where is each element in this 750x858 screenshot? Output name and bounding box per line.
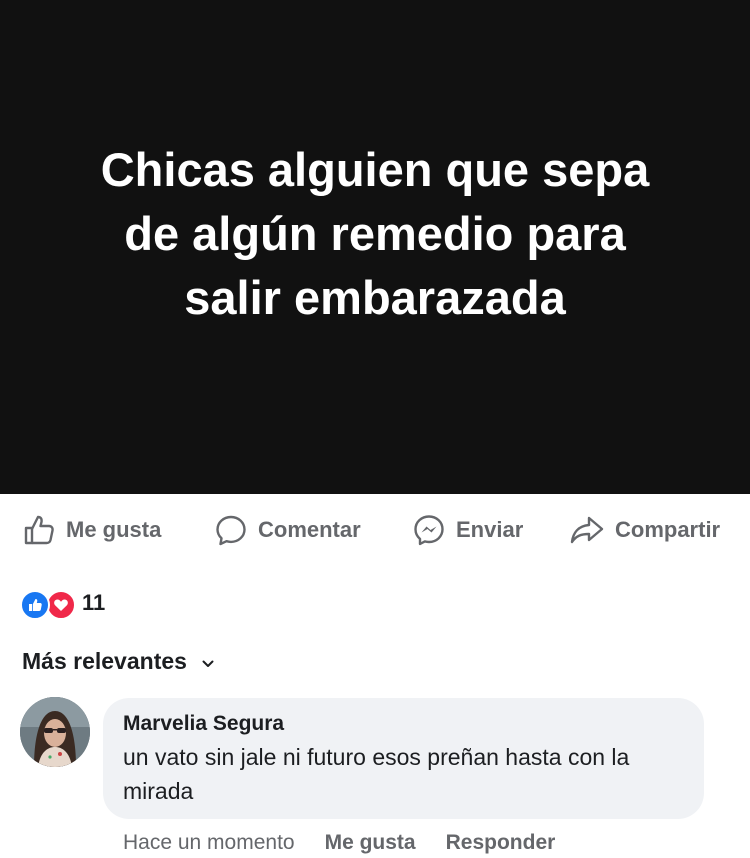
thumbs-up-icon: [22, 513, 56, 547]
comment-bubble: Marvelia Segura un vato sin jale ni futu…: [103, 698, 704, 819]
chevron-down-icon: [201, 648, 215, 675]
post-banner: Chicas alguien que sepa de algún remedio…: [0, 0, 750, 494]
share-arrow-icon: [569, 513, 605, 547]
comment-button[interactable]: Comentar: [214, 512, 361, 548]
comment-reply-button[interactable]: Responder: [446, 831, 556, 855]
share-button-label: Compartir: [615, 517, 721, 542]
comment-bubble-icon: [214, 513, 248, 547]
sort-label: Más relevantes: [22, 647, 187, 674]
comment-timestamp[interactable]: Hace un momento: [123, 831, 295, 855]
post-action-bar: Me gusta Comentar Enviar Compartir: [0, 494, 750, 568]
messenger-icon: [412, 513, 446, 547]
post-text: Chicas alguien que sepa de algún remedio…: [100, 143, 650, 324]
reactions-summary[interactable]: 11: [20, 589, 106, 620]
facebook-post-view: Chicas alguien que sepa de algún remedio…: [0, 0, 750, 858]
comment-text: un vato sin jale ni futuro esos preñan h…: [123, 744, 630, 804]
like-button[interactable]: Me gusta: [22, 512, 161, 548]
reaction-count: 11: [82, 590, 106, 615]
love-reaction-icon: [46, 590, 76, 620]
comment-meta: Hace un momento Me gusta Responder: [123, 830, 555, 856]
send-button-label: Enviar: [456, 517, 524, 542]
comments-sort-dropdown[interactable]: Más relevantes: [22, 646, 215, 676]
send-button[interactable]: Enviar: [412, 512, 523, 548]
reaction-icons: [20, 589, 78, 620]
like-button-label: Me gusta: [66, 517, 162, 542]
avatar[interactable]: [20, 697, 90, 767]
comment-button-label: Comentar: [258, 517, 361, 542]
like-reaction-icon: [20, 590, 50, 620]
comment-like-button[interactable]: Me gusta: [325, 831, 416, 855]
share-button[interactable]: Compartir: [569, 512, 720, 548]
comment-author[interactable]: Marvelia Segura: [123, 712, 284, 736]
